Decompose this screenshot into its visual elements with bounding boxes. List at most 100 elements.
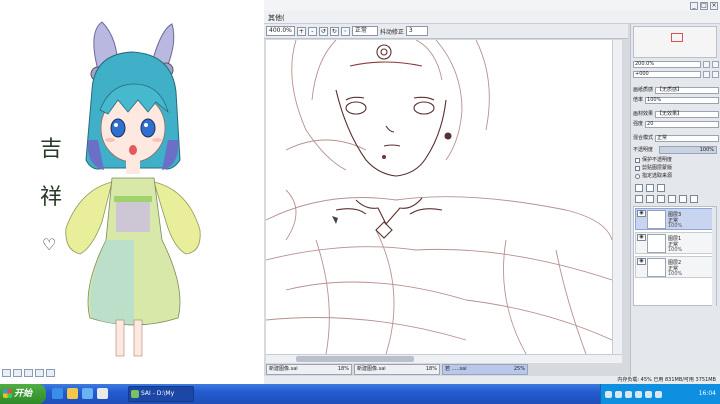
nav-rotate-left-icon[interactable]	[703, 70, 710, 78]
maximize-icon[interactable]: □	[700, 2, 708, 10]
layer-item[interactable]: ◉ 图层2 正常 100%	[635, 256, 713, 278]
reset-view-icon[interactable]: ◦	[340, 26, 350, 36]
blend-mode-select[interactable]: 正常	[351, 26, 378, 36]
rotate-right-icon[interactable]: ↻	[329, 26, 339, 36]
layer-list: ◉ 图层3 正常 100% ◉ 图层1 正常 100% ◉ 图层2 正常 100…	[633, 206, 717, 307]
layer-action-row-1	[635, 184, 665, 192]
nav-angle-row: +000	[633, 70, 719, 78]
clip-mask-checkbox[interactable]	[635, 165, 640, 171]
zoom-field[interactable]: 400.0%	[266, 26, 295, 36]
close-icon[interactable]: ×	[710, 2, 718, 10]
protect-opacity-checkbox[interactable]	[635, 157, 640, 163]
nav-zoom-out-icon[interactable]	[712, 60, 719, 68]
calligraphy-char-2: 祥	[40, 185, 62, 210]
clear-layer-icon[interactable]	[657, 195, 665, 203]
drawing-canvas[interactable]	[266, 40, 612, 354]
layer-move-down-icon[interactable]	[679, 195, 687, 203]
visibility-eye-icon[interactable]: ◉	[637, 258, 646, 265]
zoom-out-icon[interactable]: -	[307, 26, 317, 36]
copy-layer-icon[interactable]	[635, 195, 643, 203]
nav-zoom-field[interactable]: 200.0%	[633, 60, 701, 68]
clock: 16:04	[698, 390, 716, 397]
tray-app-icon[interactable]	[645, 390, 652, 398]
stabilizer-select[interactable]: 3	[405, 26, 428, 36]
opacity-slider[interactable]: 100%	[659, 146, 717, 154]
layer-thumbnail	[647, 234, 666, 253]
doc-tab-3[interactable]: 若 .....sai 25%	[442, 364, 528, 375]
tray-misc-icon[interactable]	[655, 390, 662, 398]
strip-box-5[interactable]	[46, 369, 55, 377]
nav-zoom-row: 200.0%	[633, 60, 719, 68]
tray-network-icon[interactable]	[605, 390, 612, 398]
select-source-radio[interactable]	[635, 173, 640, 179]
paper-effect-row: 画材效果 【无效果】	[633, 110, 719, 118]
layer-blend-select[interactable]: 正常	[655, 134, 719, 142]
scale-field[interactable]: 100%	[645, 96, 719, 104]
sai-app-icon	[131, 390, 139, 398]
zoom-in-icon[interactable]: +	[296, 26, 306, 36]
paper-texture-row: 画纸质感 【无质感】	[633, 86, 719, 94]
protect-opacity-row[interactable]: 保护不透明度	[635, 156, 672, 164]
clip-mask-label: 剪贴图层蒙版	[642, 165, 673, 171]
nav-rotate-right-icon[interactable]	[712, 70, 719, 78]
layer-list-scrollbar[interactable]	[712, 207, 716, 307]
reference-artwork: 吉 祥 ♡	[0, 0, 264, 384]
strip-box-2[interactable]	[13, 369, 22, 377]
paper-texture-label: 画纸质感	[633, 87, 654, 93]
tray-volume-icon[interactable]	[615, 390, 622, 398]
system-tray: 16:04	[600, 384, 720, 404]
quick-launch	[52, 388, 108, 399]
menu-other[interactable]: 其他(	[268, 13, 285, 23]
menu-bar: 其他(	[264, 11, 720, 24]
task-sai-label: SAI - D:\My Docu...	[141, 390, 175, 397]
tray-ime-icon[interactable]	[635, 390, 642, 398]
protect-opacity-label: 保护不透明度	[642, 157, 673, 163]
clip-mask-row[interactable]: 剪贴图层蒙版	[635, 164, 672, 172]
sai-window: _ □ × 其他( 400.0% + - ↺ ↻ ◦ 正常 抖动修正 3 新建图…	[264, 0, 720, 384]
tray-security-icon[interactable]	[625, 390, 632, 398]
rotate-left-icon[interactable]: ↺	[318, 26, 328, 36]
ie-icon[interactable]	[52, 388, 63, 399]
heart-doodle: ♡	[42, 235, 56, 254]
layer-item[interactable]: ◉ 图层1 正常 100%	[635, 232, 713, 254]
nav-zoom-in-icon[interactable]	[703, 60, 710, 68]
strip-box-4[interactable]	[35, 369, 44, 377]
chibi-illustration: 吉 祥 ♡	[40, 21, 201, 357]
layer-item[interactable]: ◉ 图层3 正常 100%	[635, 208, 713, 230]
strip-box-3[interactable]	[24, 369, 33, 377]
nav-angle-field[interactable]: +000	[633, 70, 701, 78]
strength-field[interactable]: 20	[645, 120, 719, 128]
delete-layer-icon[interactable]	[668, 195, 676, 203]
stabilizer-label: 抖动修正	[379, 28, 404, 36]
doc-tab-1[interactable]: 新建图像.sai 18%	[266, 364, 352, 375]
reference-bottom-strip	[0, 366, 264, 380]
navigator-preview[interactable]	[633, 26, 717, 58]
explorer-icon[interactable]	[67, 388, 78, 399]
visibility-eye-icon[interactable]: ◉	[637, 210, 646, 217]
new-layer-icon[interactable]	[635, 184, 643, 192]
layer-move-up-icon[interactable]	[690, 195, 698, 203]
new-folder-icon[interactable]	[657, 184, 665, 192]
paper-effect-select[interactable]: 【无效果】	[655, 110, 719, 118]
select-source-row[interactable]: 指定选取来源	[635, 172, 672, 180]
horizontal-scrollbar[interactable]	[266, 354, 622, 363]
start-button[interactable]: 开始	[0, 384, 46, 404]
strip-box-1[interactable]	[2, 369, 11, 377]
paper-texture-select[interactable]: 【无质感】	[655, 86, 719, 94]
desktop-icon[interactable]	[97, 388, 108, 399]
visibility-eye-icon[interactable]: ◉	[637, 234, 646, 241]
merge-layer-icon[interactable]	[646, 195, 654, 203]
strength-label: 强度	[633, 121, 644, 127]
calligraphy-char-1: 吉	[40, 137, 62, 162]
doc-tab-2[interactable]: 新建图像.sai 18%	[354, 364, 440, 375]
scroll-thumb[interactable]	[296, 356, 414, 362]
task-sai[interactable]: SAI - D:\My Docu...	[128, 386, 194, 402]
title-bar: _ □ ×	[264, 0, 720, 11]
media-icon[interactable]	[82, 388, 93, 399]
navigator-view-rect[interactable]	[671, 33, 683, 42]
windows-logo-icon	[3, 389, 12, 398]
desktop: 吉 祥 ♡ _ □ × 其他( 400.0% + - ↺ ↻ ◦ 正常 抖动修正…	[0, 0, 720, 404]
vertical-scrollbar[interactable]	[612, 40, 622, 354]
minimize-icon[interactable]: _	[690, 2, 698, 10]
new-linework-icon[interactable]	[646, 184, 654, 192]
